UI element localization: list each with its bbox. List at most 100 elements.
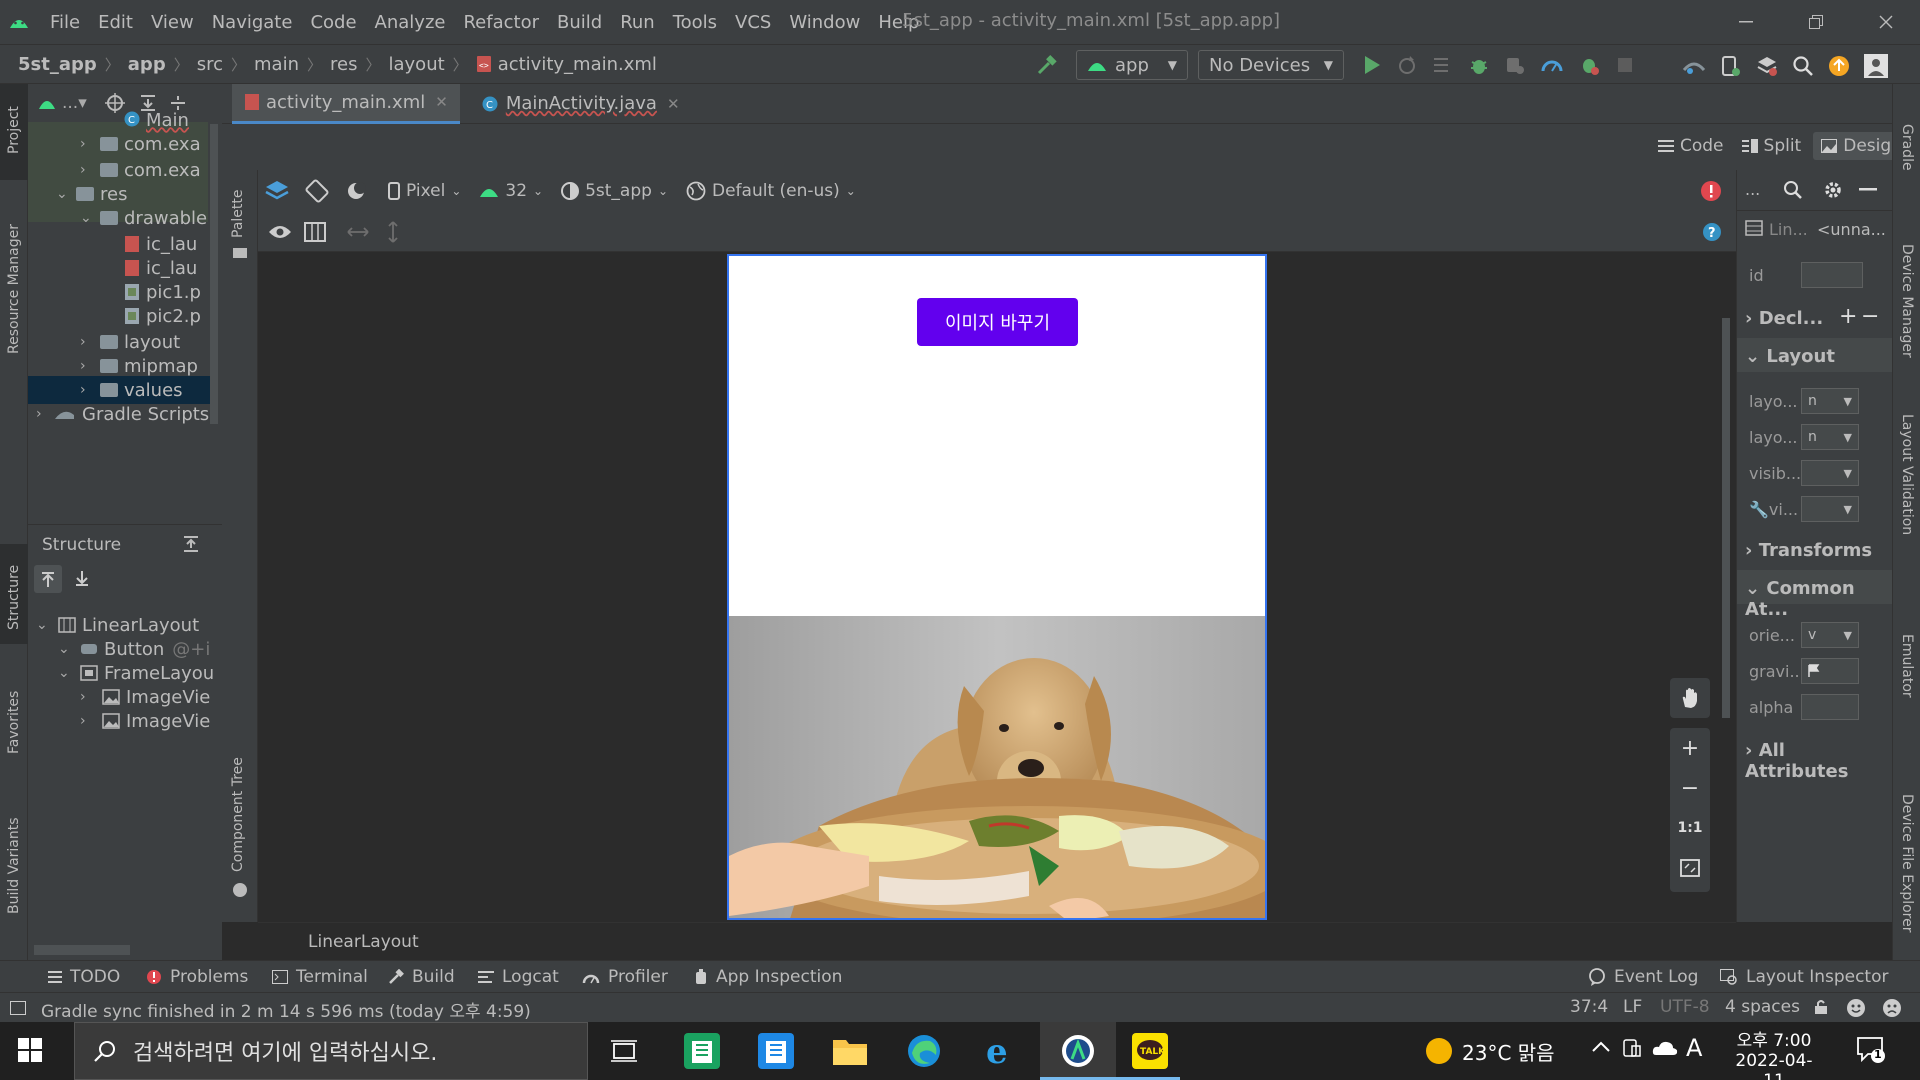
layers-icon[interactable] (264, 179, 290, 203)
todo-tab[interactable]: TODO (48, 967, 120, 987)
android-view-icon[interactable] (38, 96, 56, 110)
layout-width-dropdown[interactable]: n ▼ (1801, 388, 1859, 414)
hammer-build-icon[interactable] (1036, 54, 1058, 76)
debug-process-icon[interactable] (1578, 54, 1600, 76)
gradle-tool-button[interactable]: Gradle (1899, 124, 1915, 171)
project-scrollbar[interactable] (210, 124, 218, 424)
code-mode-button[interactable]: Code (1652, 134, 1730, 158)
palette-tool-button[interactable]: Palette (230, 190, 246, 239)
task-view-button[interactable] (594, 1028, 654, 1074)
remove-attribute-icon[interactable]: − (1861, 304, 1879, 329)
move-down-button[interactable] (68, 565, 96, 593)
menu-run[interactable]: Run (620, 12, 655, 33)
gear-icon[interactable] (1823, 180, 1843, 200)
file-explorer-icon[interactable] (820, 1028, 880, 1074)
profile-icon[interactable] (1540, 54, 1564, 76)
status-message[interactable]: Gradle sync finished in 2 m 14 s 596 ms … (41, 997, 531, 1022)
menu-analyze[interactable]: Analyze (375, 12, 446, 33)
account-icon[interactable] (1864, 54, 1888, 78)
blueprint-icon[interactable] (304, 221, 326, 242)
line-separator[interactable]: LF (1623, 997, 1642, 1017)
app-inspection-tab[interactable]: App Inspection (694, 967, 842, 987)
gravity-field[interactable] (1801, 658, 1859, 684)
device-file-explorer-tool-button[interactable]: Device File Explorer (1899, 794, 1915, 933)
eye-icon[interactable] (268, 223, 292, 241)
close-tab-icon[interactable]: ✕ (667, 95, 680, 113)
kakaotalk-icon[interactable]: TALK (1120, 1028, 1180, 1074)
split-mode-button[interactable]: Split (1736, 134, 1808, 158)
add-attribute-icon[interactable]: + (1839, 304, 1857, 329)
menu-window[interactable]: Window (789, 12, 860, 33)
smile-icon[interactable] (1846, 998, 1866, 1018)
close-tab-icon[interactable]: ✕ (435, 93, 448, 111)
device-selector[interactable]: Pixel ⌄ (388, 181, 461, 201)
toggle-tool-windows-icon[interactable] (10, 1001, 26, 1015)
internet-explorer-icon[interactable]: e (970, 1028, 1030, 1074)
search-icon[interactable] (1783, 180, 1803, 200)
debug-icon[interactable] (1468, 54, 1490, 76)
chevron-right-icon[interactable]: › (80, 162, 96, 178)
stop-icon[interactable] (1614, 54, 1636, 76)
breadcrumb-layout[interactable]: layout (389, 54, 445, 75)
tab-mainactivity[interactable]: C MainActivity.java ✕ (470, 84, 692, 124)
ime-indicator[interactable]: A (1686, 1034, 1702, 1062)
minimize-button[interactable] (1716, 6, 1776, 38)
locale-selector[interactable]: Default (en-us) ⌄ (686, 181, 856, 201)
flag-icon[interactable] (1808, 664, 1820, 678)
id-input[interactable] (1801, 262, 1863, 288)
layout-section[interactable]: ⌄ Layout (1745, 346, 1835, 367)
structure-item-imageview[interactable]: › ImageVie (80, 707, 210, 735)
canvas-scrollbar[interactable] (1722, 318, 1730, 718)
help-icon[interactable]: ? (1702, 222, 1722, 242)
device-preview[interactable]: 이미지 바꾸기 (727, 254, 1267, 920)
minimize-panel-icon[interactable] (1859, 188, 1877, 191)
cursor-position[interactable]: 37:4 (1570, 997, 1608, 1017)
sync-gradle-icon[interactable] (1682, 55, 1706, 77)
chevron-right-icon[interactable]: › (36, 406, 52, 422)
chevron-right-icon[interactable]: › (80, 689, 96, 705)
taskbar-app-blue-icon[interactable] (746, 1028, 806, 1074)
menu-edit[interactable]: Edit (98, 12, 133, 33)
favorites-tool-button[interactable]: Favorites (6, 691, 22, 754)
search-icon[interactable] (1792, 55, 1814, 77)
zoom-fit-button[interactable] (1670, 848, 1710, 888)
tree-item-pic2[interactable]: pic2.p (124, 302, 201, 330)
weather-widget[interactable]: 23°C 맑음 (1424, 1036, 1555, 1066)
run-config-dropdown[interactable]: app ▼ (1076, 50, 1188, 80)
common-attributes-section[interactable]: ⌄ Common At... (1745, 578, 1892, 620)
android-studio-taskbar-icon[interactable] (1048, 1028, 1108, 1074)
restore-button[interactable] (1786, 6, 1846, 38)
tree-item-package[interactable]: › com.exa (80, 130, 201, 158)
chevron-right-icon[interactable]: › (80, 358, 96, 374)
layout-validation-tool-button[interactable]: Layout Validation (1899, 414, 1915, 535)
onedrive-cloud-icon[interactable] (1652, 1040, 1678, 1056)
breadcrumb-app[interactable]: app (128, 54, 166, 75)
project-tool-button[interactable]: Project (6, 106, 22, 154)
frown-icon[interactable] (1882, 998, 1902, 1018)
build-variants-tool-button[interactable]: Build Variants (6, 817, 22, 914)
move-up-button[interactable] (34, 565, 62, 593)
collapse-icon[interactable] (182, 535, 200, 553)
problems-tab[interactable]: Problems (146, 967, 248, 987)
visibility-dropdown[interactable]: ▼ (1801, 460, 1859, 486)
taskbar-app-green-icon[interactable] (672, 1028, 732, 1074)
error-indicator-icon[interactable] (1700, 180, 1722, 202)
orientation-dropdown[interactable]: v ▼ (1801, 622, 1859, 648)
menu-refactor[interactable]: Refactor (463, 12, 539, 33)
chevron-down-icon[interactable]: ⌄ (80, 210, 96, 226)
logcat-tab[interactable]: Logcat (478, 967, 559, 987)
horizontal-resize-icon[interactable] (346, 225, 370, 239)
close-window-button[interactable] (1856, 6, 1916, 38)
transforms-section[interactable]: › Transforms (1745, 540, 1872, 561)
chevron-right-icon[interactable]: › (80, 382, 96, 398)
menu-code[interactable]: Code (310, 12, 356, 33)
attach-debugger-icon[interactable] (1504, 54, 1526, 76)
run-icon[interactable] (1362, 54, 1382, 76)
chevron-down-icon[interactable]: ⌄ (58, 665, 74, 681)
device-dropdown[interactable]: No Devices ▼ (1198, 50, 1344, 80)
edge-browser-icon[interactable] (894, 1028, 954, 1074)
menu-build[interactable]: Build (557, 12, 602, 33)
file-encoding[interactable]: UTF-8 (1660, 997, 1710, 1017)
breadcrumb-res[interactable]: res (330, 54, 357, 75)
windows-start-button[interactable] (18, 1038, 42, 1062)
